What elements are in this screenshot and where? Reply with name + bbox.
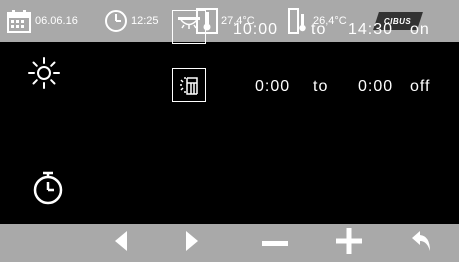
status-time: 12:25	[104, 0, 159, 42]
next-icon	[185, 230, 199, 257]
time-label: 12:25	[131, 15, 159, 27]
schedule-row-2[interactable]	[172, 64, 206, 106]
back-icon	[410, 229, 434, 258]
window-sun-icon[interactable]	[172, 68, 206, 102]
minus-button[interactable]	[255, 224, 295, 262]
row1-state[interactable]: on	[410, 21, 430, 39]
row2-to-label: to	[313, 78, 329, 95]
next-button[interactable]	[172, 224, 212, 262]
main-panel	[10, 42, 449, 224]
row1-to-label: to	[311, 21, 327, 38]
date-label: 06.06.16	[35, 15, 78, 27]
row1-start-time[interactable]: 10:00	[233, 21, 278, 39]
back-button[interactable]	[402, 224, 442, 262]
awning-sun-icon[interactable]	[172, 10, 206, 44]
plus-button[interactable]	[329, 224, 369, 262]
prev-icon	[114, 230, 128, 257]
clock-icon	[104, 9, 128, 33]
sun-icon[interactable]	[27, 56, 61, 95]
minus-icon	[262, 234, 288, 252]
row2-start-time[interactable]: 0:00	[255, 78, 290, 96]
row1-end-time[interactable]: 14:30	[348, 21, 393, 39]
bottom-nav	[0, 224, 459, 262]
row2-state[interactable]: off	[410, 78, 431, 96]
row2-end-time[interactable]: 0:00	[358, 78, 393, 96]
schedule-row-1[interactable]	[172, 6, 206, 48]
thermometer-window-icon	[288, 8, 310, 34]
plus-icon	[336, 227, 362, 259]
calendar-icon	[6, 8, 32, 34]
prev-button[interactable]	[101, 224, 141, 262]
timer-icon[interactable]	[31, 170, 65, 211]
status-date: 06.06.16	[6, 0, 78, 42]
